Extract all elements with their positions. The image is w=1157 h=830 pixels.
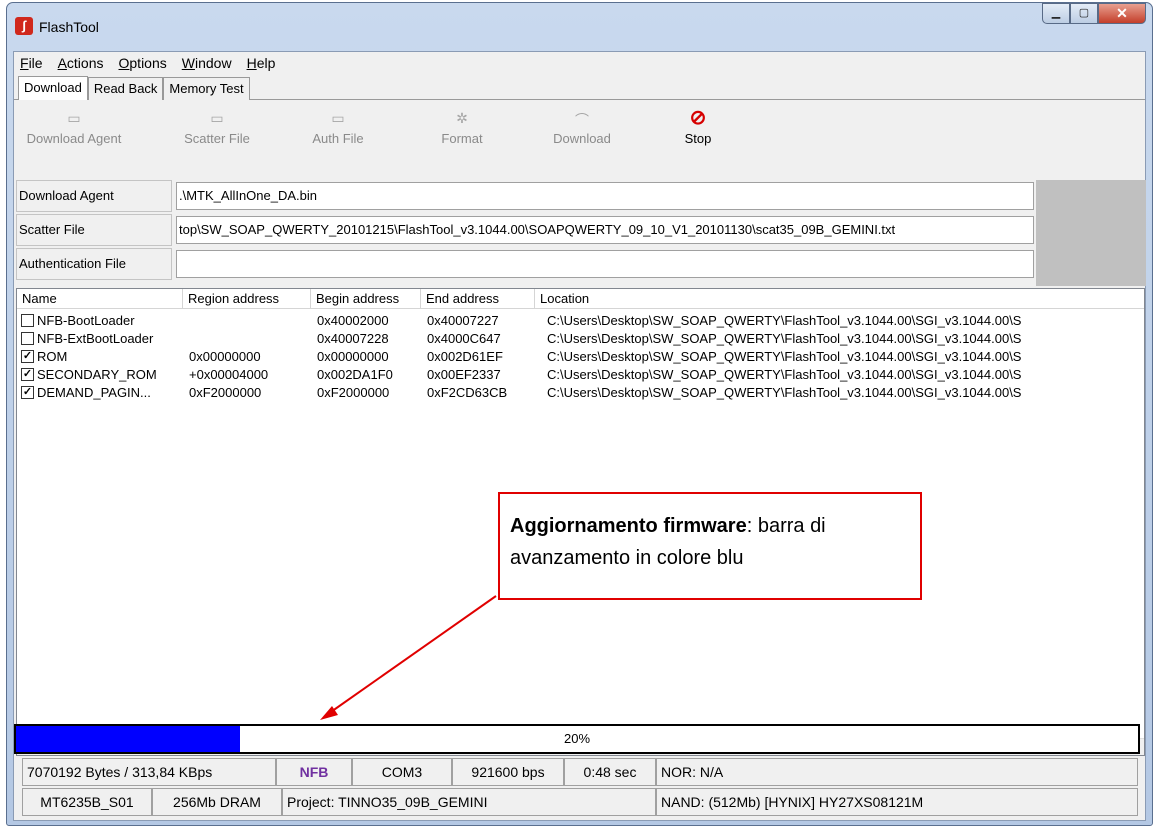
annotation-arrow	[320, 595, 497, 720]
